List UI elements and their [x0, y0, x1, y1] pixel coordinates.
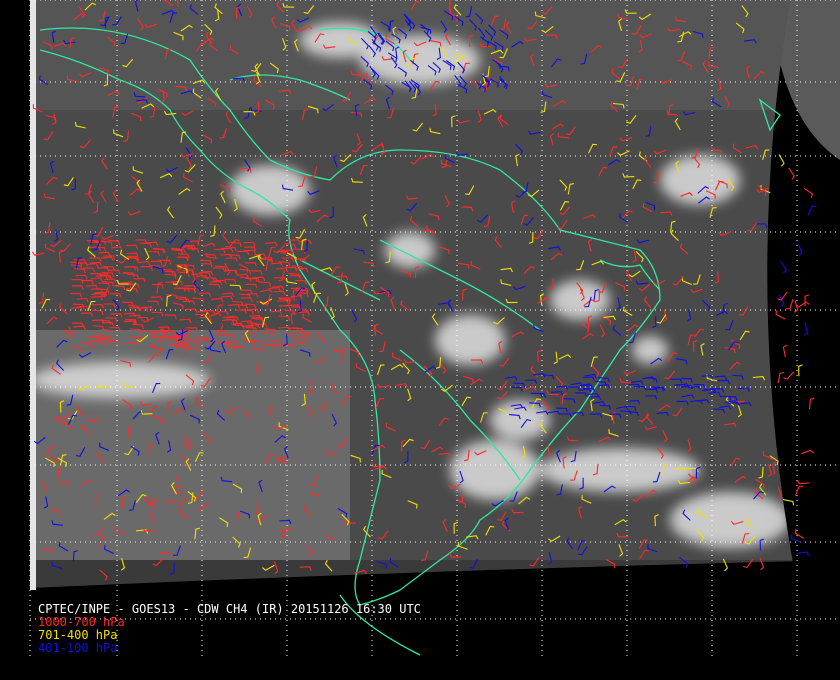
lon-label-30w: 30W: [702, 660, 722, 671]
lon-label-100w: 100W: [104, 660, 130, 671]
lat-label-30n: 30N: [9, 0, 28, 10]
lat-label-10s: 10S: [9, 304, 28, 315]
lon-label-20w: 20W: [787, 660, 807, 671]
satellite-map: 30N 20N 10N EQ 10S 20S 30S 40S 50S 110W …: [0, 0, 840, 680]
lat-label-30s: 30S: [9, 459, 28, 470]
legend-high-level: 401-100 hPa: [38, 641, 118, 655]
lon-label-80w: 80W: [277, 660, 297, 671]
lat-label-10n: 10N: [9, 150, 28, 161]
lon-label-110w: 110W: [17, 660, 43, 671]
ir-imagery: [30, 0, 840, 660]
map-caption: CPTEC/INPE - GOES13 - CDW CH4 (IR) 20151…: [38, 603, 421, 655]
lat-label-eq: EQ: [15, 226, 28, 237]
lon-label-50w: 50W: [532, 660, 552, 671]
disk-edge-left: [30, 0, 36, 590]
lat-label-20n: 20N: [9, 76, 28, 87]
lat-label-50s: 50S: [9, 613, 28, 624]
lat-label-40s: 40S: [9, 536, 28, 547]
lat-label-20s: 20S: [9, 381, 28, 392]
lon-label-40w: 40W: [617, 660, 637, 671]
map-canvas: [0, 0, 840, 680]
lon-label-70w: 70W: [362, 660, 382, 671]
lon-label-60w: 60W: [447, 660, 467, 671]
lon-label-90w: 90W: [192, 660, 212, 671]
